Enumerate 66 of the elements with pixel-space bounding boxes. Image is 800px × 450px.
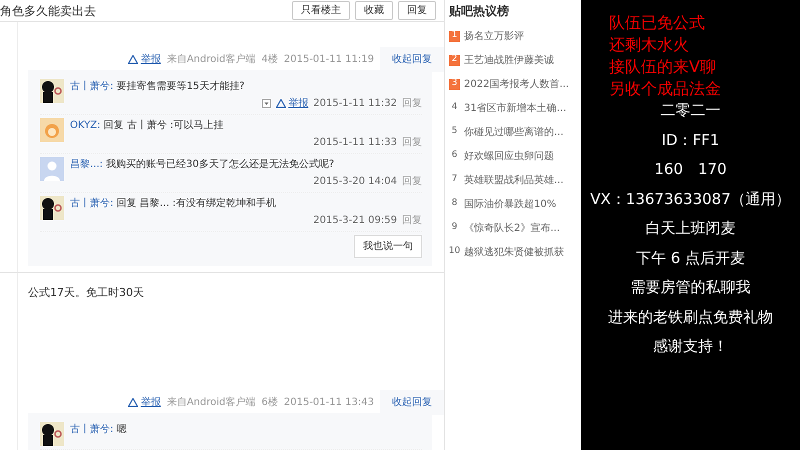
reply-text: 昌黎...: 我购买的账号已经30多天了怎么还是无法免公式呢? xyxy=(70,158,336,172)
post-source: 来自Android客户端 xyxy=(166,52,256,66)
dropdown-icon[interactable] xyxy=(262,99,271,108)
rank-number: 8 xyxy=(450,198,458,210)
reply-time: 2015-1-11 11:33 xyxy=(313,136,397,150)
notice-text: 还剩木水火 xyxy=(609,34,689,56)
reply-time: 2015-3-21 09:59 xyxy=(313,214,397,228)
avatar-drawing xyxy=(40,422,64,446)
thread-title: 角色多久能卖出去 xyxy=(0,2,96,20)
info-text: 下午 6 点后开麦 xyxy=(636,248,746,268)
collapse-replies-button[interactable]: 收起回复 xyxy=(380,46,444,72)
reply-time: 2015-1-11 11:32 xyxy=(313,97,397,111)
hot-topic-link[interactable]: 你碰见过哪些离谱的... xyxy=(464,124,564,140)
info-text: VX：13673633087（通用） xyxy=(590,188,791,210)
header-button[interactable]: 收藏 xyxy=(355,1,393,20)
info-text: 需要房管的私聊我 xyxy=(630,277,750,298)
hot-topic-link[interactable]: 越狱逃犯朱贤健被抓获 xyxy=(464,244,564,260)
reply-text: 古丨萧兮: 要挂寄售需要等15天才能挂? xyxy=(70,80,246,94)
info-text: ID：FF1 xyxy=(662,130,720,150)
reply-text: 古丨萧兮: 回复 昌黎... :有没有绑定乾坤和手机 xyxy=(70,196,277,211)
avatar-drawing xyxy=(40,79,64,103)
info-text: 进来的老铁刷点免费礼物 xyxy=(608,306,773,328)
info-text: 二零二一 xyxy=(660,100,720,121)
post-source: 来自Android客户端 xyxy=(166,396,256,410)
rank-number: 4 xyxy=(450,102,458,114)
post-time: 2015-01-11 11:19 xyxy=(284,52,374,66)
reply-time: 2015-3-20 14:04 xyxy=(313,175,397,189)
warning-icon xyxy=(276,99,286,108)
rank-number: 5 xyxy=(450,126,458,138)
rank-number: 9 xyxy=(450,222,458,234)
hot-topic-link[interactable]: 2022国考报考人数首... xyxy=(464,76,569,92)
floor-number: 4楼 xyxy=(262,52,278,66)
hot-list-title: 贴吧热议榜 xyxy=(449,3,510,20)
hot-topic-link[interactable]: 国际油价暴跌超10% xyxy=(464,196,556,212)
post-time: 2015-01-11 13:43 xyxy=(284,396,374,410)
notice-text: 队伍已免公式 xyxy=(609,12,705,34)
header-button[interactable]: 只看楼主 xyxy=(292,1,350,20)
rank-number: 10 xyxy=(449,246,460,258)
avatar-placeholder xyxy=(40,157,64,181)
hot-topic-link[interactable]: 31省区市新增本土确... xyxy=(464,100,566,116)
say-something-button[interactable]: 我也说一句 xyxy=(354,234,422,258)
hot-topic-link[interactable]: 扬名立万影评 xyxy=(464,28,524,44)
reply-text: 古丨萧兮: 嗯 xyxy=(70,422,128,437)
notice-text: 接队伍的来V聊 xyxy=(609,56,716,78)
hot-topic-link[interactable]: 英雄联盟战利品英雄... xyxy=(464,172,564,188)
report-link[interactable]: 举报 xyxy=(276,96,308,111)
hot-topic-link[interactable]: 《惊奇队长2》宣布... xyxy=(464,220,560,236)
warning-icon xyxy=(128,54,138,64)
avatar-drawing xyxy=(40,196,64,220)
post-text: 公式17天。免工时30天 xyxy=(28,284,145,300)
rank-number: 7 xyxy=(450,174,458,186)
info-text: 160 170 xyxy=(654,159,727,180)
info-text: 感谢支持！ xyxy=(653,336,728,357)
header-button[interactable]: 回复 xyxy=(398,1,436,20)
floor-number: 6楼 xyxy=(262,396,278,410)
collapse-replies-button[interactable]: 收起回复 xyxy=(380,390,444,414)
report-link[interactable]: 举报 xyxy=(128,394,161,410)
reply-text: OKYZ: 回复 古丨萧兮 :可以马上挂 xyxy=(70,118,224,133)
report-link[interactable]: 举报 xyxy=(128,52,161,66)
warning-icon xyxy=(128,398,138,406)
notice-text: 另收个成品法金 xyxy=(609,78,721,100)
hot-topic-link[interactable]: 好欢螺回应虫卵问题 xyxy=(464,148,554,164)
hot-topic-link[interactable]: 王艺迪战胜伊藤美诚 xyxy=(464,52,554,68)
rank-number: 6 xyxy=(450,150,458,162)
avatar-drawing xyxy=(40,118,64,142)
info-text: 白天上班闭麦 xyxy=(646,218,736,239)
